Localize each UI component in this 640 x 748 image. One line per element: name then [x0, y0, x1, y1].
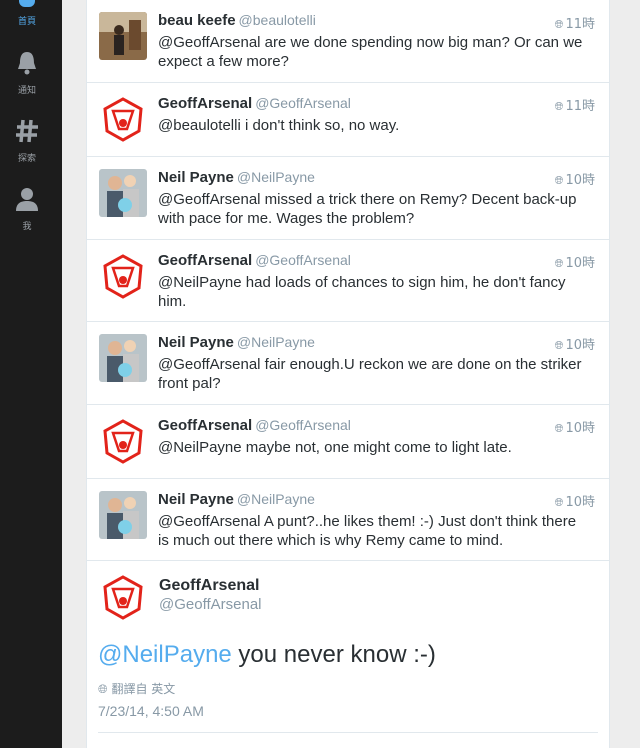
globe-icon: 🌐︎ [554, 496, 564, 509]
tweet-text: @NeilPayne you never know :-) [98, 641, 436, 669]
conversation-view: beau keefe @beaulotelli 🌐︎ 11時 @GeoffArsen… [86, 0, 610, 748]
author-handle[interactable]: @GeoffArsenal [255, 417, 351, 433]
author-name[interactable]: Neil Payne [158, 334, 234, 351]
nav-notifications[interactable]: 通知 [0, 50, 54, 96]
tweet-item[interactable]: GeoffArsenal @GeoffArsenal 🌐︎ 10時 @NeilPay… [87, 240, 609, 322]
avatar[interactable] [99, 169, 147, 217]
avatar[interactable] [99, 252, 147, 300]
sidebar: 首頁 通知 探索 我 [0, 0, 62, 748]
author-handle[interactable]: @GeoffArsenal [255, 252, 351, 268]
nav-home-label: 首頁 [17, 17, 36, 27]
author-handle[interactable]: @NeilPayne [237, 169, 315, 185]
globe-icon: 🌐︎ [554, 174, 564, 187]
author-handle[interactable]: @beaulotelli [239, 12, 316, 28]
divider [98, 732, 598, 733]
tweet-item[interactable]: GeoffArsenal @GeoffArsenal 🌐︎ 10時 @NeilPay… [87, 405, 609, 479]
hashtag-icon [16, 119, 38, 143]
tweet-time: 🌐︎ 10時 [554, 495, 595, 510]
nav-explore[interactable]: 探索 [0, 118, 54, 164]
tweet-time: 🌐︎ 10時 [554, 173, 595, 188]
globe-icon: 🌐︎ [98, 682, 108, 696]
tweet-time: 🌐︎ 11時 [554, 99, 595, 114]
author-name[interactable]: Neil Payne [158, 491, 234, 508]
nav-notifications-label: 通知 [17, 86, 36, 96]
avatar[interactable] [99, 491, 147, 539]
tweet-timestamp: 7/23/14, 4:50 AM [98, 703, 204, 719]
globe-icon: 🌐︎ [554, 257, 564, 270]
bell-icon [18, 52, 36, 75]
avatar[interactable] [99, 95, 147, 143]
tweet-text: @NeilPayne had loads of chances to sign … [158, 274, 566, 310]
globe-icon: 🌐︎ [554, 422, 564, 435]
tweet-time: 🌐︎ 10時 [554, 338, 595, 353]
globe-icon: 🌐︎ [554, 100, 564, 113]
author-name[interactable]: GeoffArsenal [158, 417, 252, 434]
avatar[interactable] [99, 334, 147, 382]
nav-explore-label: 探索 [17, 154, 36, 164]
tweet-text: @GeoffArsenal A punt?..he likes them! :-… [158, 513, 577, 549]
tweet-time: 🌐︎ 10時 [554, 256, 595, 271]
home-icon [19, 0, 35, 7]
author-name[interactable]: GeoffArsenal [158, 252, 252, 269]
avatar[interactable] [99, 12, 147, 60]
tweet-item[interactable]: GeoffArsenal @GeoffArsenal 🌐︎ 11時 @beaulot… [87, 83, 609, 157]
author-handle[interactable]: @GeoffArsenal [159, 596, 262, 613]
author-name[interactable]: GeoffArsenal [158, 95, 252, 112]
tweet-body: you never know :-) [231, 641, 436, 668]
nav-home[interactable]: 首頁 [0, 0, 54, 27]
author-name[interactable]: GeoffArsenal [159, 577, 259, 595]
tweet-time: 🌐︎ 10時 [554, 421, 595, 436]
nav-me-label: 我 [22, 222, 32, 232]
author-name[interactable]: Neil Payne [158, 169, 234, 186]
author-handle[interactable]: @GeoffArsenal [255, 95, 351, 111]
tweet-item[interactable]: beau keefe @beaulotelli 🌐︎ 11時 @GeoffArsen… [87, 0, 609, 83]
tweet-text: @GeoffArsenal missed a trick there on Re… [158, 191, 577, 227]
translated-from[interactable]: 🌐︎ 翻譯自 英文 [98, 680, 175, 697]
user-icon [16, 188, 38, 211]
author-handle[interactable]: @NeilPayne [237, 491, 315, 507]
globe-icon: 🌐︎ [554, 18, 564, 31]
globe-icon: 🌐︎ [554, 339, 564, 352]
tweet-item[interactable]: Neil Payne @NeilPayne 🌐︎ 10時 @GeoffArsenal… [87, 322, 609, 405]
avatar[interactable] [99, 573, 147, 621]
tweet-item[interactable]: Neil Payne @NeilPayne 🌐︎ 10時 @GeoffArsenal… [87, 479, 609, 561]
tweet-text: @GeoffArsenal fair enough.U reckon we ar… [158, 356, 582, 392]
nav-me[interactable]: 我 [0, 186, 54, 232]
mention-link[interactable]: @NeilPayne [98, 641, 232, 668]
author-name[interactable]: beau keefe [158, 12, 236, 29]
author-handle[interactable]: @NeilPayne [237, 334, 315, 350]
tweet-time: 🌐︎ 11時 [554, 17, 595, 32]
tweet-item[interactable]: Neil Payne @NeilPayne 🌐︎ 10時 @GeoffArsenal… [87, 157, 609, 240]
tweet-text: @NeilPayne maybe not, one might come to … [158, 439, 512, 456]
tweet-text: @GeoffArsenal are we done spending now b… [158, 34, 583, 70]
tweet-text: @beaulotelli i don't think so, no way. [158, 117, 400, 134]
avatar[interactable] [99, 417, 147, 465]
